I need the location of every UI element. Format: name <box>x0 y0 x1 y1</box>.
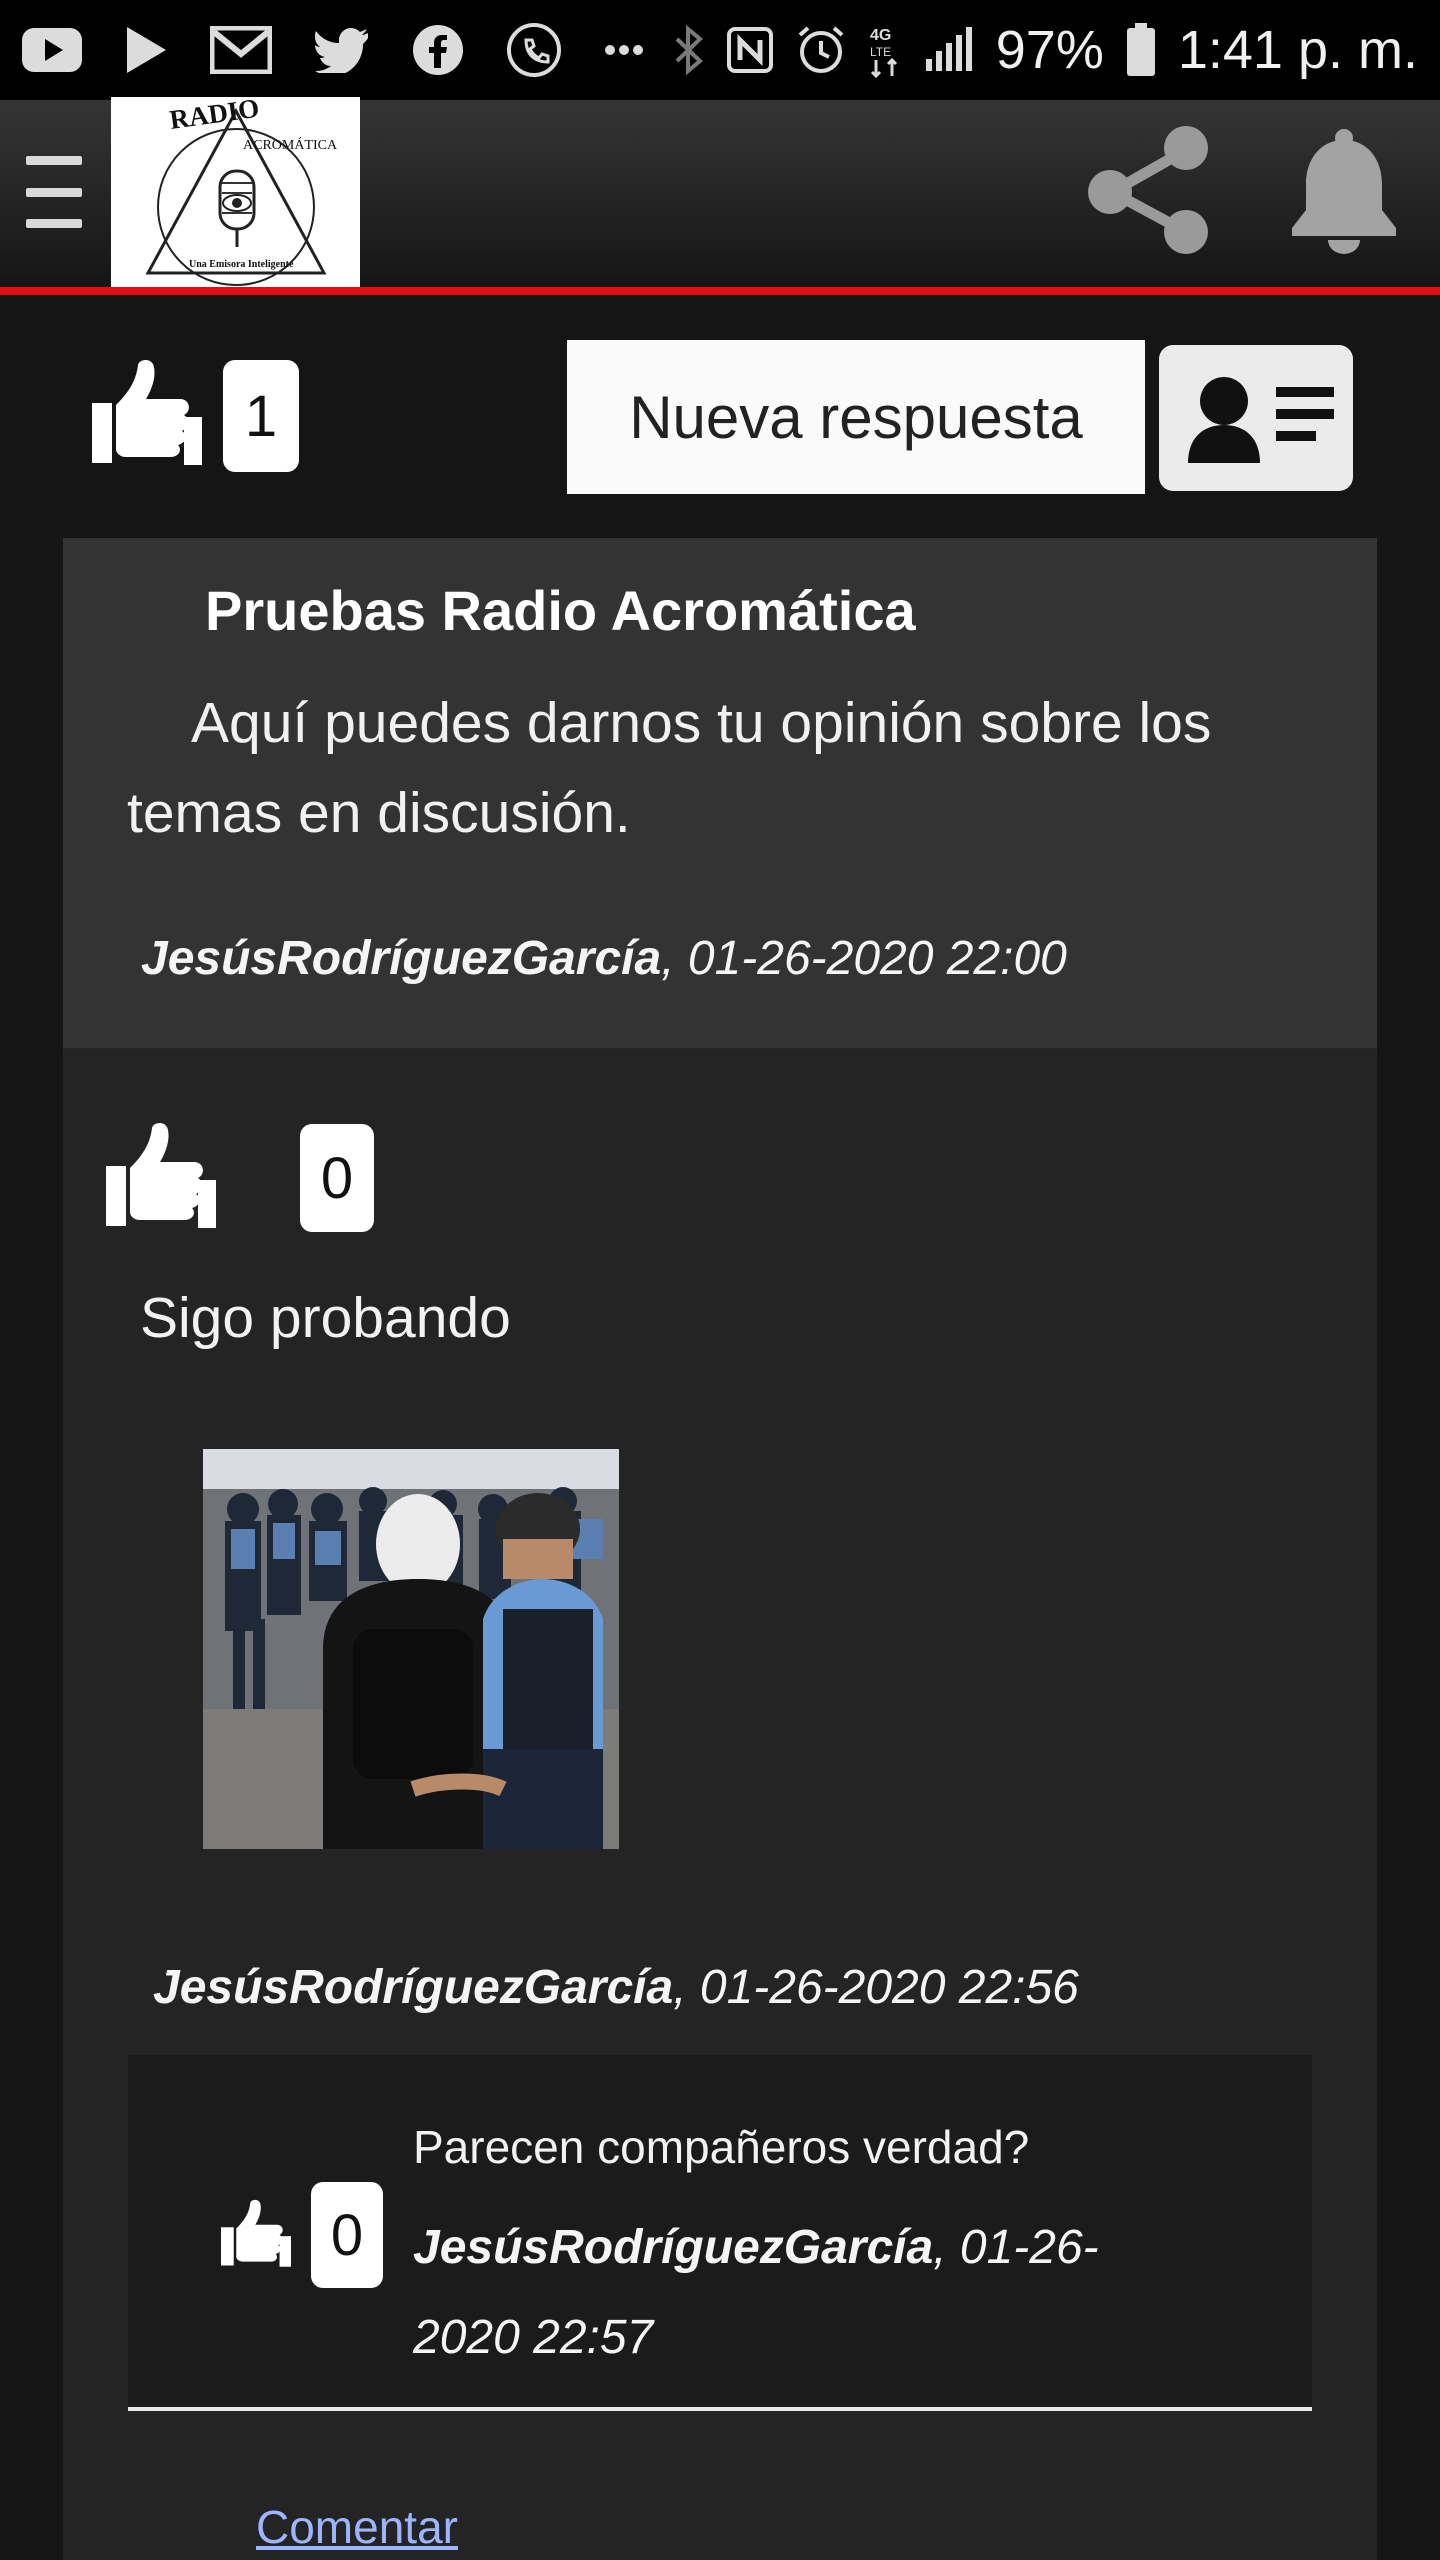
alarm-icon <box>796 25 846 75</box>
phone-app-icon <box>506 22 562 78</box>
header-accent-line <box>0 287 1440 295</box>
topic-meta: JesúsRodríguezGarcía, 01-26-2020 22:00 <box>141 931 1067 986</box>
logo-text-mid: ACROMÁTICA <box>243 136 338 153</box>
radio-acromatica-logo[interactable]: RADIO ACROMÁTICA Una Emisora Inteligente <box>111 93 360 287</box>
topic-card: Pruebas Radio Acromática Aquí puedes dar… <box>63 538 1377 1050</box>
svg-text:4G: 4G <box>870 27 891 44</box>
bell-icon[interactable] <box>1288 128 1400 261</box>
battery-icon <box>1126 23 1156 77</box>
menu-icon[interactable] <box>26 156 82 228</box>
signal-icon <box>924 27 974 73</box>
reply-like-icon[interactable] <box>102 1120 220 1235</box>
topic-datetime: , 01-26-2020 22:00 <box>661 932 1067 985</box>
twitter-icon <box>314 27 370 73</box>
menu-bar <box>26 156 82 165</box>
more-icon <box>604 43 644 57</box>
status-bar: 4G LTE 97% 1:41 p. m. <box>0 0 1440 100</box>
comment-meta: JesúsRodríguezGarcía, 01-26-2020 22:57 <box>413 2203 1133 2383</box>
logo-text-bottom: Una Emisora Inteligente <box>189 259 294 270</box>
comment-author[interactable]: JesúsRodríguezGarcía <box>413 2221 933 2274</box>
reply-text: Sigo probando <box>140 1286 511 1350</box>
battery-percent: 97% <box>995 20 1104 80</box>
comment-like-icon[interactable] <box>218 2198 294 2273</box>
topic-body: Aquí puedes darnos tu opinión sobre los … <box>127 691 1212 845</box>
topic-title: Pruebas Radio Acromática <box>205 579 916 642</box>
bluetooth-icon <box>674 25 704 75</box>
youtube-icon <box>22 28 82 72</box>
svg-text:LTE: LTE <box>870 45 891 59</box>
comment-text: Parecen compañeros verdad? <box>413 2121 1030 2173</box>
share-icon[interactable] <box>1080 120 1220 265</box>
profile-card-button[interactable] <box>1159 345 1353 491</box>
profile-card-icon <box>1188 377 1334 463</box>
gmail-icon <box>210 26 272 74</box>
reply-datetime: , 01-26-2020 22:56 <box>673 1961 1079 2014</box>
network-type-icon: 4G LTE <box>868 22 902 78</box>
like-icon[interactable] <box>88 357 206 472</box>
reply-photo[interactable] <box>203 1449 619 1849</box>
nfc-icon <box>726 26 774 74</box>
like-count: 1 <box>223 360 299 472</box>
menu-bar <box>26 187 82 197</box>
comment-link[interactable]: Comentar <box>256 2500 458 2554</box>
new-reply-button[interactable]: Nueva respuesta <box>567 340 1145 494</box>
reply-author[interactable]: JesúsRodríguezGarcía <box>153 1961 673 2014</box>
comment-like-count: 0 <box>311 2182 383 2288</box>
menu-bar <box>26 219 82 228</box>
reply-meta: JesúsRodríguezGarcía, 01-26-2020 22:56 <box>153 1960 1079 2015</box>
clock: 1:41 p. m. <box>1177 20 1418 80</box>
play-store-icon <box>124 25 168 75</box>
reply-like-count: 0 <box>300 1124 374 1232</box>
facebook-icon <box>412 24 464 76</box>
topic-author[interactable]: JesúsRodríguezGarcía <box>141 932 661 985</box>
